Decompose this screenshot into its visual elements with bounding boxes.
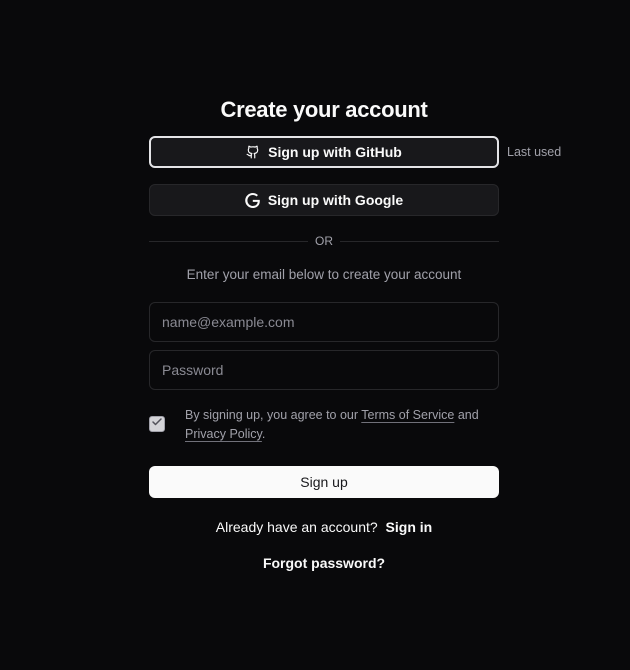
divider-line-left — [149, 241, 308, 242]
sign-up-button[interactable]: Sign up — [149, 466, 499, 498]
sign-in-link[interactable]: Sign in — [386, 519, 433, 535]
signup-page: Create your account Sign up with GitHub … — [0, 0, 630, 670]
signin-prompt: Already have an account? — [215, 519, 378, 535]
github-icon — [246, 145, 260, 159]
github-signup-button[interactable]: Sign up with GitHub — [149, 136, 499, 168]
signin-row: Already have an account? Sign in — [149, 519, 499, 535]
divider-or: OR — [315, 234, 333, 248]
last-used-label: Last used — [507, 145, 562, 159]
google-icon — [245, 192, 260, 208]
terms-checkbox[interactable] — [149, 416, 165, 432]
sign-up-label: Sign up — [300, 474, 348, 490]
google-signup-button[interactable]: Sign up with Google — [149, 184, 499, 216]
google-signup-label: Sign up with Google — [267, 192, 404, 208]
password-field[interactable] — [149, 350, 499, 390]
page-title: Create your account — [220, 97, 428, 122]
email-field[interactable] — [149, 302, 499, 342]
terms-suffix: . — [261, 427, 266, 441]
terms-and: and — [457, 408, 479, 422]
terms-prefix: By signing up, you agree to our — [185, 408, 359, 422]
divider-line-right — [340, 241, 499, 242]
form-subtitle: Enter your email below to create your ac… — [186, 267, 462, 282]
github-signup-label: Sign up with GitHub — [268, 144, 402, 160]
terms-text: By signing up, you agree to our Terms of… — [185, 406, 495, 444]
privacy-policy-link[interactable]: Privacy Policy — [185, 427, 262, 441]
forgot-password-link[interactable]: Forgot password? — [149, 555, 499, 571]
checkmark-icon — [151, 415, 163, 433]
terms-of-service-link[interactable]: Terms of Service — [361, 408, 454, 422]
